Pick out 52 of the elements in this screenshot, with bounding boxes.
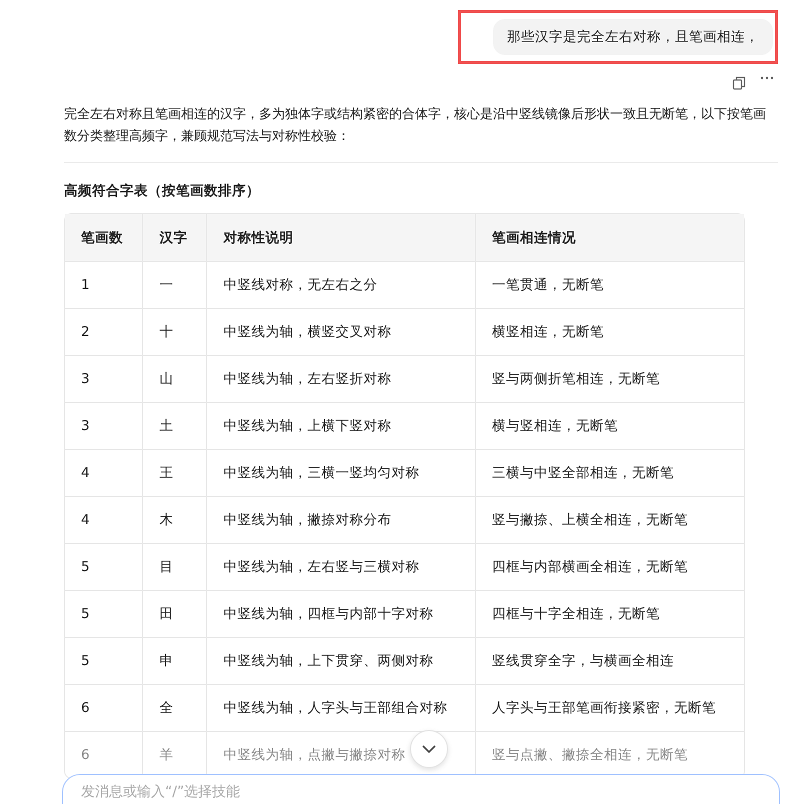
table-cell: 中竖线为轴，上横下竖对称 <box>207 402 476 449</box>
table-cell: 4 <box>65 449 144 496</box>
copy-icon[interactable] <box>732 76 746 90</box>
table-cell: 中竖线为轴，左右竖与三横对称 <box>207 543 476 590</box>
table-cell: 一 <box>143 261 208 308</box>
answer-paragraph: 完全左右对称且笔画相连的汉字，多为独体字或结构紧密的合体字，核心是沿中竖线镜像后形状一致且无断笔，以下按笔画数分类整理高频字，兼顾规范写法与对称性校验： <box>64 106 767 146</box>
table-cell: 山 <box>143 355 208 402</box>
message-input[interactable]: 发消息或输入“/”选择技能 <box>79 783 767 801</box>
table-cell: 中竖线为轴，横竖交叉对称 <box>207 308 476 355</box>
table-cell: 横竖相连，无断笔 <box>476 308 744 355</box>
table-cell: 竖线贯穿全字，与横画全相连 <box>476 637 744 684</box>
more-icon[interactable] <box>760 76 774 80</box>
table-cell: 木 <box>143 496 208 543</box>
table-cell: 中竖线为轴，上下贯穿、两侧对称 <box>207 637 476 684</box>
table-cell: 中竖线为轴，左右竖折对称 <box>207 355 476 402</box>
table-cell: 3 <box>65 355 144 402</box>
table-cell: 田 <box>143 590 208 637</box>
table-cell: 5 <box>65 637 144 684</box>
table-cell: 中竖线为轴，人字头与王部组合对称 <box>207 684 476 731</box>
user-message: 那些汉字是完全左右对称，且笔画相连， <box>493 19 773 55</box>
table-cell: 2 <box>65 308 144 355</box>
table-cell: 人字头与王部笔画衔接紧密，无断笔 <box>476 684 744 731</box>
chevron-down-icon <box>421 744 437 754</box>
scroll-down-button[interactable] <box>410 730 448 768</box>
table-cell: 横与竖相连，无断笔 <box>476 402 744 449</box>
column-header: 笔画相连情况 <box>476 214 744 261</box>
table-cell: 4 <box>65 496 144 543</box>
table-cell: 四框与内部横画全相连，无断笔 <box>476 543 744 590</box>
column-header: 对称性说明 <box>207 214 476 261</box>
section-heading: 高频符合字表（按笔画数排序） <box>64 182 261 201</box>
table-cell: 一笔贯通，无断笔 <box>476 261 744 308</box>
table-cell: 十 <box>143 308 208 355</box>
table-cell: 三横与中竖全部相连，无断笔 <box>476 449 744 496</box>
table-cell: 竖与两侧折笔相连，无断笔 <box>476 355 744 402</box>
table-cell: 3 <box>65 402 144 449</box>
table-cell: 四框与十字全相连，无断笔 <box>476 590 744 637</box>
table-cell: 6 <box>65 684 144 731</box>
table-cell: 全 <box>143 684 208 731</box>
table-cell: 中竖线为轴，撇捺对称分布 <box>207 496 476 543</box>
table-cell: 1 <box>65 261 144 308</box>
table-cell: 5 <box>65 543 144 590</box>
column-header: 汉字 <box>143 214 208 261</box>
table-cell: 竖与撇捺、上横全相连，无断笔 <box>476 496 744 543</box>
table-cell: 土 <box>143 402 208 449</box>
table-cell: 目 <box>143 543 208 590</box>
table-cell: 中竖线为轴，三横一竖均匀对称 <box>207 449 476 496</box>
table-cell: 中竖线对称，无左右之分 <box>207 261 476 308</box>
table-cell: 王 <box>143 449 208 496</box>
column-header: 笔画数 <box>65 214 144 261</box>
table-cell: 5 <box>65 590 144 637</box>
table-cell: 中竖线为轴，四框与内部十字对称 <box>207 590 476 637</box>
table-cell: 申 <box>143 637 208 684</box>
